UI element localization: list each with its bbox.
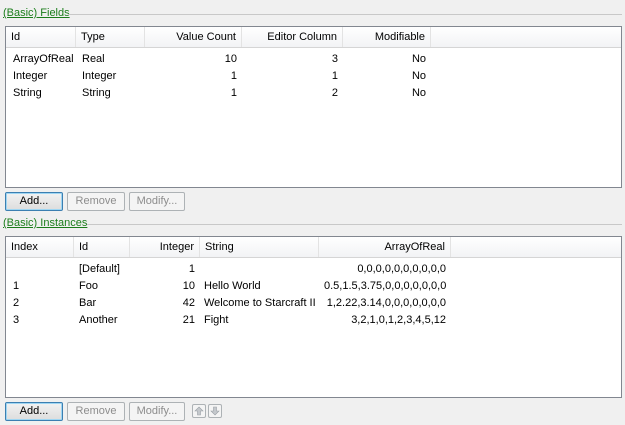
instance-integer: 21	[182, 314, 195, 326]
fields-col-id[interactable]: Id	[6, 27, 76, 47]
instance-array-of-real: 0,0,0,0,0,0,0,0,0,0	[357, 263, 446, 275]
field-type: Real	[82, 53, 105, 65]
instances-col-array-of-real[interactable]: ArrayOfReal	[319, 237, 451, 257]
fields-col-modifiable[interactable]: Modifiable	[343, 27, 431, 47]
instance-id: Another	[79, 314, 118, 326]
field-value-count: 10	[224, 53, 237, 65]
arrow-up-icon	[194, 406, 204, 416]
instance-id: Bar	[79, 297, 97, 309]
fields-modify-button[interactable]: Modify...	[129, 192, 185, 211]
fields-remove-button[interactable]: Remove	[67, 192, 125, 211]
field-type: String	[82, 87, 111, 99]
field-type: Integer	[82, 70, 117, 82]
fields-list[interactable]: Id Type Value Count Editor Column Modifi…	[5, 26, 622, 188]
field-modifiable: No	[411, 53, 426, 65]
instance-string: Hello World	[204, 280, 261, 292]
fields-col-type[interactable]: Type	[76, 27, 145, 47]
field-editor-column: 2	[331, 87, 338, 99]
fields-section-title[interactable]: (Basic) Fields	[3, 7, 70, 20]
field-editor-column: 1	[331, 70, 338, 82]
field-value-count: 1	[230, 87, 237, 99]
field-id: Integer	[13, 70, 48, 82]
fields-col-editor-column[interactable]: Editor Column	[242, 27, 343, 47]
instance-string	[199, 261, 319, 278]
instance-index	[8, 261, 74, 278]
instances-col-index[interactable]: Index	[6, 237, 74, 257]
instance-integer: 1	[188, 263, 195, 275]
fields-row[interactable]: Integer Integer 1 1 No	[6, 68, 621, 85]
instance-string: Fight	[204, 314, 229, 326]
instances-row[interactable]: [Default] 1 0,0,0,0,0,0,0,0,0,0	[6, 261, 621, 278]
instances-col-integer[interactable]: Integer	[130, 237, 200, 257]
fields-col-value-count[interactable]: Value Count	[145, 27, 242, 47]
instances-remove-button[interactable]: Remove	[67, 402, 125, 421]
arrow-down-icon	[210, 406, 220, 416]
instances-row[interactable]: 3 Another 21 Fight 3,2,1,0,1,2,3,4,5,12	[6, 312, 621, 329]
instance-index: 2	[13, 297, 20, 309]
instances-list[interactable]: Index Id Integer String ArrayOfReal [Def…	[5, 236, 622, 398]
instances-list-header: Index Id Integer String ArrayOfReal	[6, 237, 621, 258]
instance-id: Foo	[79, 280, 98, 292]
fields-row[interactable]: String String 1 2 No	[6, 85, 621, 102]
instance-index: 3	[13, 314, 20, 326]
instance-integer: 42	[182, 297, 195, 309]
field-modifiable: No	[411, 70, 426, 82]
instances-col-string[interactable]: String	[200, 237, 319, 257]
instance-index: 1	[13, 280, 20, 292]
move-down-button[interactable]	[208, 404, 222, 418]
instances-row[interactable]: 1 Foo 10 Hello World 0.5,1.5,3.75,0,0,0,…	[6, 278, 621, 295]
instances-col-id[interactable]: Id	[74, 237, 130, 257]
move-up-button[interactable]	[192, 404, 206, 418]
instances-add-button[interactable]: Add...	[5, 402, 63, 421]
fields-list-header: Id Type Value Count Editor Column Modifi…	[6, 27, 621, 48]
instance-array-of-real: 3,2,1,0,1,2,3,4,5,12	[351, 314, 446, 326]
instance-string: Welcome to Starcraft II	[204, 297, 316, 309]
instance-id: [Default]	[79, 263, 120, 275]
field-editor-column: 3	[331, 53, 338, 65]
instances-row[interactable]: 2 Bar 42 Welcome to Starcraft II 1,2.22,…	[6, 295, 621, 312]
instance-integer: 10	[182, 280, 195, 292]
instances-section-divider	[87, 224, 622, 225]
instance-array-of-real: 1,2.22,3.14,0,0,0,0,0,0,0	[326, 297, 446, 309]
instance-array-of-real: 0.5,1.5,3.75,0,0,0,0,0,0,0	[324, 280, 447, 292]
field-id: String	[13, 87, 42, 99]
instances-modify-button[interactable]: Modify...	[129, 402, 185, 421]
fields-row[interactable]: ArrayOfReal Real 10 3 No	[6, 51, 621, 68]
fields-section-divider	[68, 14, 622, 15]
field-modifiable: No	[411, 87, 426, 99]
fields-add-button[interactable]: Add...	[5, 192, 63, 211]
field-value-count: 1	[230, 70, 237, 82]
instances-section-title[interactable]: (Basic) Instances	[3, 217, 87, 230]
field-id: ArrayOfReal	[13, 53, 74, 65]
